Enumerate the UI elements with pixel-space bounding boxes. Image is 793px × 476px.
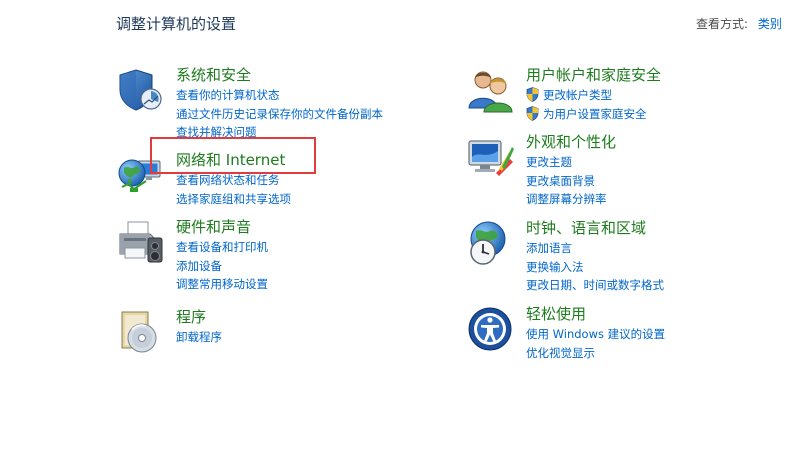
link-mobility-settings[interactable]: 调整常用移动设置 [176,275,268,294]
link-change-account-type[interactable]: 更改帐户类型 [526,86,661,105]
category-title-user-accounts[interactable]: 用户帐户和家庭安全 [526,66,661,84]
link-optimize-visual-display[interactable]: 优化视觉显示 [526,344,665,363]
link-troubleshoot[interactable]: 查找并解决问题 [176,123,383,142]
link-desktop-background[interactable]: 更改桌面背景 [526,172,616,191]
uac-shield-icon [526,87,539,102]
users-icon[interactable] [466,66,514,114]
category-clock-language-region-text: 时钟、语言和区域 添加语言 更换输入法 更改日期、时间或数字格式 [526,219,664,295]
link-recommended-settings[interactable]: 使用 Windows 建议的设置 [526,325,665,344]
link-screen-resolution[interactable]: 调整屏幕分辨率 [526,190,616,209]
link-change-input-method[interactable]: 更换输入法 [526,258,664,277]
view-by-label: 查看方式: [696,17,749,31]
link-add-language[interactable]: 添加语言 [526,239,664,258]
category-user-accounts-text: 用户帐户和家庭安全 更改帐户类型 为用户设置家庭安全 [526,66,661,123]
clock-globe-icon[interactable] [466,219,514,267]
programs-disc-icon[interactable] [116,308,164,356]
link-add-device[interactable]: 添加设备 [176,257,268,276]
control-panel-window: 调整计算机的设置 查看方式: 类别 系统和安全 查看你的计算机状态 通过文件历史… [0,0,793,476]
network-globe-icon[interactable] [116,151,164,199]
ease-of-access-icon[interactable] [466,305,514,353]
category-title-programs[interactable]: 程序 [176,308,222,326]
link-family-safety-label: 为用户设置家庭安全 [543,106,647,121]
category-system-security-text: 系统和安全 查看你的计算机状态 通过文件历史记录保存你的文件备份副本 查找并解决… [176,66,383,142]
uac-shield-icon [526,105,539,121]
category-title-appearance[interactable]: 外观和个性化 [526,133,616,151]
category-title-hardware-sound[interactable]: 硬件和声音 [176,218,268,236]
category-network-internet-text: 网络和 Internet 查看网络状态和任务 选择家庭组和共享选项 [176,151,291,208]
category-ease-of-access-text: 轻松使用 使用 Windows 建议的设置 优化视觉显示 [526,305,665,362]
view-by-control: 查看方式: 类别 [696,15,782,32]
link-uninstall-program[interactable]: 卸载程序 [176,328,222,347]
category-appearance-text: 外观和个性化 更改主题 更改桌面背景 调整屏幕分辨率 [526,133,616,209]
page-title: 调整计算机的设置 [116,15,237,33]
category-title-clock-language-region[interactable]: 时钟、语言和区域 [526,219,664,237]
link-homegroup-sharing[interactable]: 选择家庭组和共享选项 [176,190,291,209]
category-title-system-security[interactable]: 系统和安全 [176,66,383,84]
link-file-history-backup[interactable]: 通过文件历史记录保存你的文件备份副本 [176,105,383,124]
category-title-ease-of-access[interactable]: 轻松使用 [526,305,665,323]
link-change-theme[interactable]: 更改主题 [526,153,616,172]
shield-security-icon[interactable] [116,66,164,114]
appearance-monitor-icon[interactable] [466,133,514,181]
category-hardware-sound-text: 硬件和声音 查看设备和打印机 添加设备 调整常用移动设置 [176,218,268,294]
view-by-dropdown[interactable]: 类别 [758,17,782,31]
category-title-network-internet[interactable]: 网络和 Internet [176,151,291,169]
link-family-safety[interactable]: 为用户设置家庭安全 [526,105,661,124]
link-date-time-number-format[interactable]: 更改日期、时间或数字格式 [526,276,664,295]
link-change-account-type-label: 更改帐户类型 [543,88,612,102]
printer-hardware-icon[interactable] [116,218,164,266]
link-devices-printers[interactable]: 查看设备和打印机 [176,238,268,257]
link-network-status-tasks[interactable]: 查看网络状态和任务 [176,171,291,190]
link-view-computer-status[interactable]: 查看你的计算机状态 [176,86,383,105]
category-programs-text: 程序 卸载程序 [176,308,222,347]
